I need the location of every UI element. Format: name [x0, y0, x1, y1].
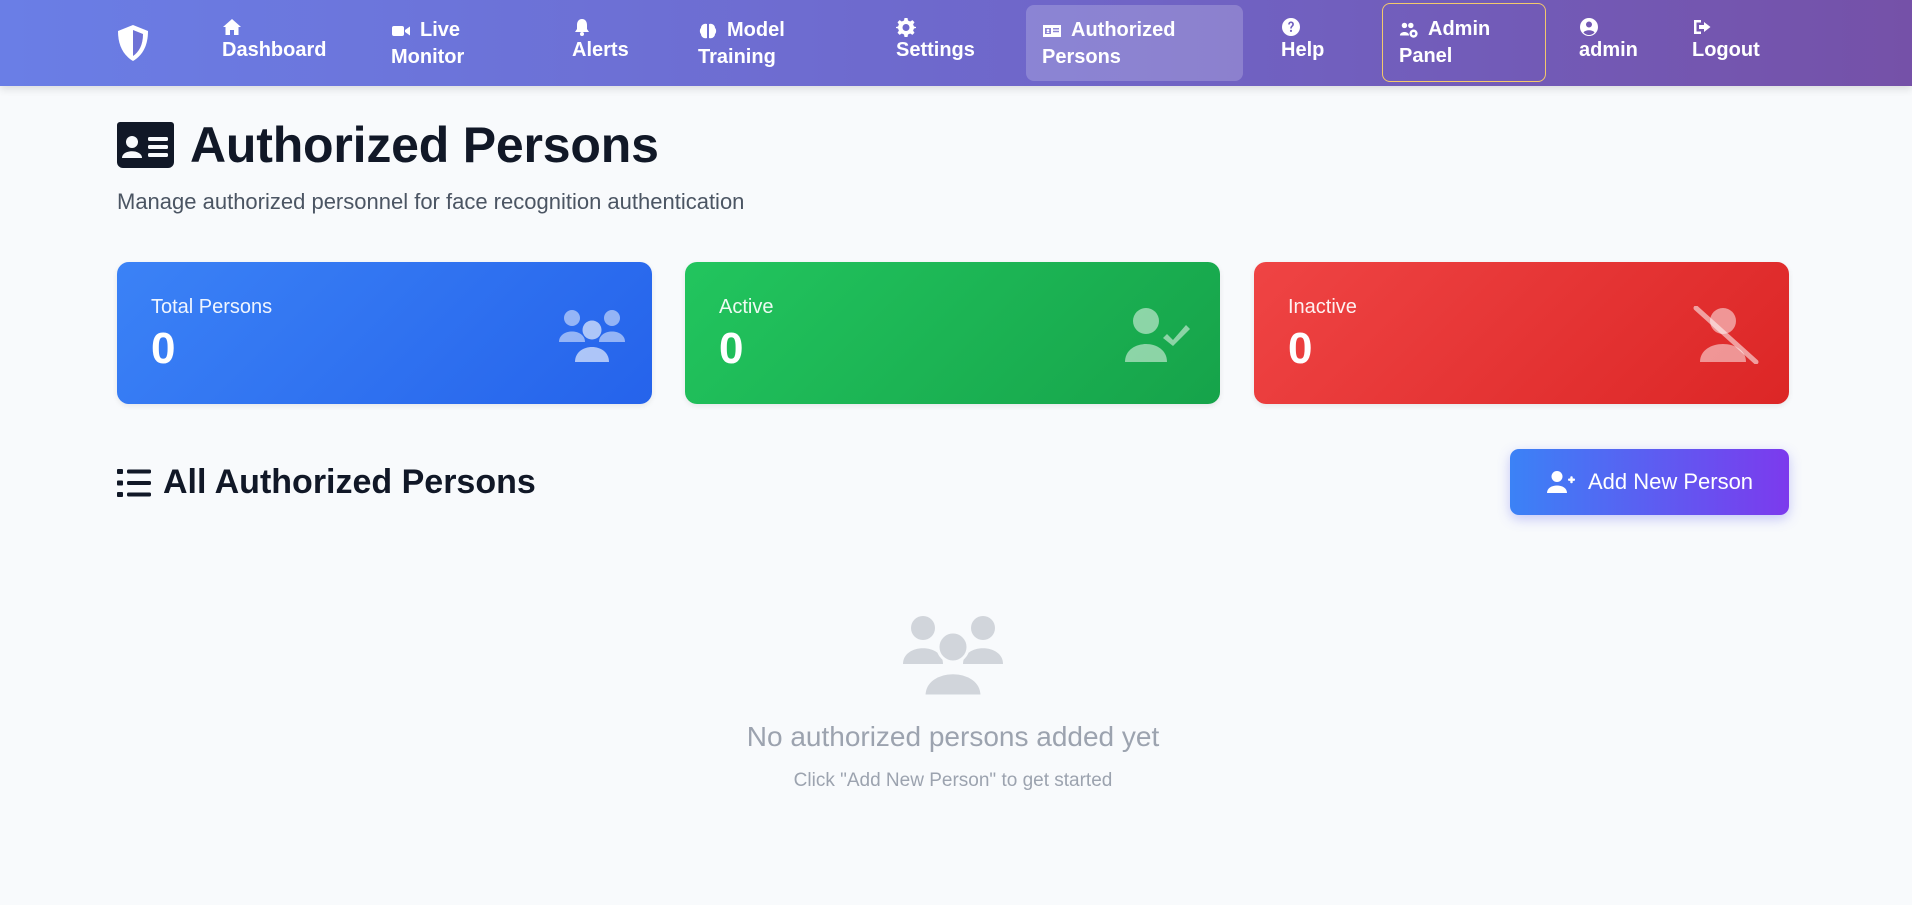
empty-state-hint: Click "Add New Person" to get started: [793, 770, 1113, 791]
stat-card-inactive: Inactive 0: [1254, 262, 1789, 404]
nav-live-monitor-line2: Monitor: [391, 46, 465, 68]
id-card-icon: [117, 122, 174, 168]
nav-authorized-persons[interactable]: Authorized Persons: [1026, 5, 1243, 81]
nav-model-training-line2: Training: [698, 46, 776, 68]
nav-model-training-line1: Model: [727, 19, 785, 41]
add-new-person-button[interactable]: Add New Person: [1510, 449, 1789, 515]
nav-admin-panel-line2: Panel: [1399, 45, 1453, 67]
nav-authorized-persons-line1: Authorized: [1071, 19, 1176, 41]
add-new-person-label: Add New Person: [1587, 469, 1754, 494]
gear-icon: [896, 17, 916, 37]
nav-alerts[interactable]: Alerts: [572, 5, 629, 81]
nav-logout[interactable]: Logout: [1692, 5, 1760, 81]
stat-card-total: Total Persons 0: [117, 262, 652, 404]
bell-icon: [572, 17, 592, 37]
nav-model-training[interactable]: Model Training: [698, 5, 785, 81]
page-title-text: Authorized Persons: [190, 117, 659, 173]
page-subtitle: Manage authorized personnel for face rec…: [117, 189, 745, 214]
user-circle-icon: [1579, 17, 1599, 37]
shield-logo-icon[interactable]: [116, 24, 150, 62]
user-plus-icon: [1546, 470, 1576, 494]
nav-settings-label: Settings: [896, 39, 975, 61]
nav-admin-panel[interactable]: Admin Panel: [1382, 3, 1546, 82]
question-circle-icon: [1281, 17, 1301, 37]
nav-help[interactable]: Help: [1281, 5, 1324, 81]
users-icon: [557, 306, 627, 364]
stat-card-active: Active 0: [685, 262, 1220, 404]
brain-icon: [698, 21, 718, 41]
list-icon: [117, 468, 151, 498]
nav-dashboard-label: Dashboard: [222, 39, 327, 61]
nav-authorized-persons-line2: Persons: [1042, 46, 1121, 68]
video-camera-icon: [391, 21, 411, 41]
stat-total-value: 0: [151, 324, 176, 373]
users-icon: [900, 610, 1006, 698]
nav-alerts-label: Alerts: [572, 39, 629, 61]
users-gear-icon: [1399, 20, 1419, 40]
nav-logout-label: Logout: [1692, 39, 1760, 61]
user-slash-icon: [1690, 306, 1760, 364]
stat-active-label: Active: [719, 296, 774, 318]
nav-user-admin[interactable]: admin: [1579, 5, 1638, 81]
user-check-icon: [1123, 306, 1193, 364]
nav-user-admin-label: admin: [1579, 39, 1638, 61]
stat-active-value: 0: [719, 324, 744, 373]
home-icon: [222, 17, 242, 37]
stat-total-label: Total Persons: [151, 296, 273, 318]
page-title: Authorized Persons: [117, 116, 659, 174]
id-card-icon: [1042, 21, 1062, 41]
section-title-text: All Authorized Persons: [163, 463, 536, 501]
stat-inactive-label: Inactive: [1288, 296, 1357, 318]
stat-inactive-value: 0: [1288, 324, 1313, 373]
nav-help-label: Help: [1281, 39, 1325, 61]
nav-live-monitor-line1: Live: [420, 19, 461, 41]
top-navbar: Dashboard Live Monitor Alerts Model Trai…: [0, 0, 1912, 86]
nav-dashboard[interactable]: Dashboard: [222, 5, 326, 81]
nav-live-monitor[interactable]: Live Monitor: [391, 5, 464, 81]
nav-admin-panel-line1: Admin: [1428, 18, 1491, 40]
empty-state-title: No authorized persons added yet: [746, 721, 1160, 752]
sign-out-icon: [1692, 17, 1712, 37]
nav-settings[interactable]: Settings: [896, 5, 975, 81]
section-title: All Authorized Persons: [117, 463, 536, 502]
